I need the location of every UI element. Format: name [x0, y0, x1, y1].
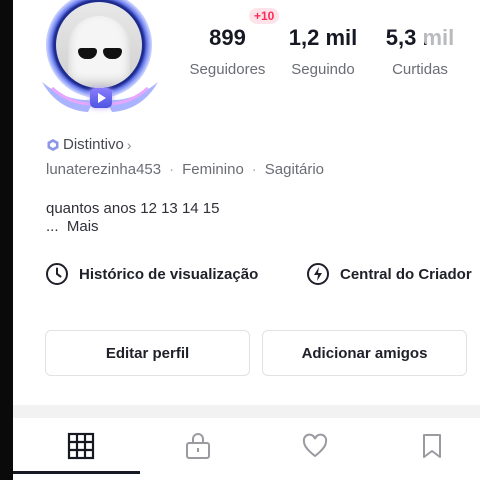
lightning-icon	[307, 263, 329, 285]
following-label: Seguindo	[291, 61, 355, 78]
creator-center-label: Central do Criador	[340, 265, 472, 283]
username[interactable]: lunaterezinha453	[46, 161, 161, 178]
tab-private[interactable]	[184, 432, 212, 460]
tab-videos[interactable]	[67, 432, 95, 460]
profile-meta: lunaterezinha453 · Feminino · Sagitário	[46, 161, 324, 178]
followers-count: 899	[209, 25, 246, 50]
lock-icon	[186, 433, 210, 459]
stat-following[interactable]: 1,2 mil Seguindo	[282, 25, 364, 78]
bookmark-icon	[423, 434, 441, 458]
clock-icon	[46, 263, 68, 285]
badge-label: Distintivo	[63, 136, 124, 153]
meta-separator: ·	[251, 161, 257, 178]
active-tab-indicator	[13, 471, 140, 474]
sunglasses	[78, 48, 122, 60]
hexagon-badge-icon	[47, 138, 59, 151]
bio-more[interactable]: ... Mais	[46, 218, 99, 235]
bio-ellipsis: ...	[46, 218, 59, 235]
bio-text: quantos anos 12 13 14 15	[46, 200, 220, 217]
stat-followers[interactable]: 899 Seguidores	[180, 25, 275, 78]
likes-label: Curtidas	[392, 61, 448, 78]
view-history-link[interactable]: Histórico de visualização	[45, 262, 258, 286]
following-count: 1,2 mil	[288, 25, 358, 50]
view-history-label: Histórico de visualização	[79, 265, 259, 283]
edit-profile-button[interactable]: Editar perfil	[45, 330, 250, 376]
add-friends-button[interactable]: Adicionar amigos	[262, 330, 467, 376]
gender-tag[interactable]: Feminino	[182, 161, 244, 178]
tab-liked[interactable]	[301, 432, 329, 460]
followers-label: Seguidores	[189, 61, 266, 78]
meta-separator: ·	[169, 161, 175, 178]
watermark-overlay	[424, 25, 474, 45]
heart-icon	[302, 433, 328, 458]
left-edge-bar	[0, 0, 13, 480]
avatar[interactable]	[36, 0, 164, 118]
more-link[interactable]: Mais	[67, 218, 99, 235]
tab-saved[interactable]	[418, 432, 446, 460]
chevron-right-icon: ›	[126, 136, 132, 153]
badge-link[interactable]: Distintivo ›	[46, 136, 132, 153]
grid-icon	[67, 432, 95, 460]
followers-new-badge: +10	[249, 8, 280, 24]
creator-center-link[interactable]: Central do Criador	[306, 262, 472, 286]
play-badge-icon	[90, 88, 112, 108]
zodiac-tag[interactable]: Sagitário	[265, 161, 324, 178]
section-divider	[13, 405, 480, 418]
